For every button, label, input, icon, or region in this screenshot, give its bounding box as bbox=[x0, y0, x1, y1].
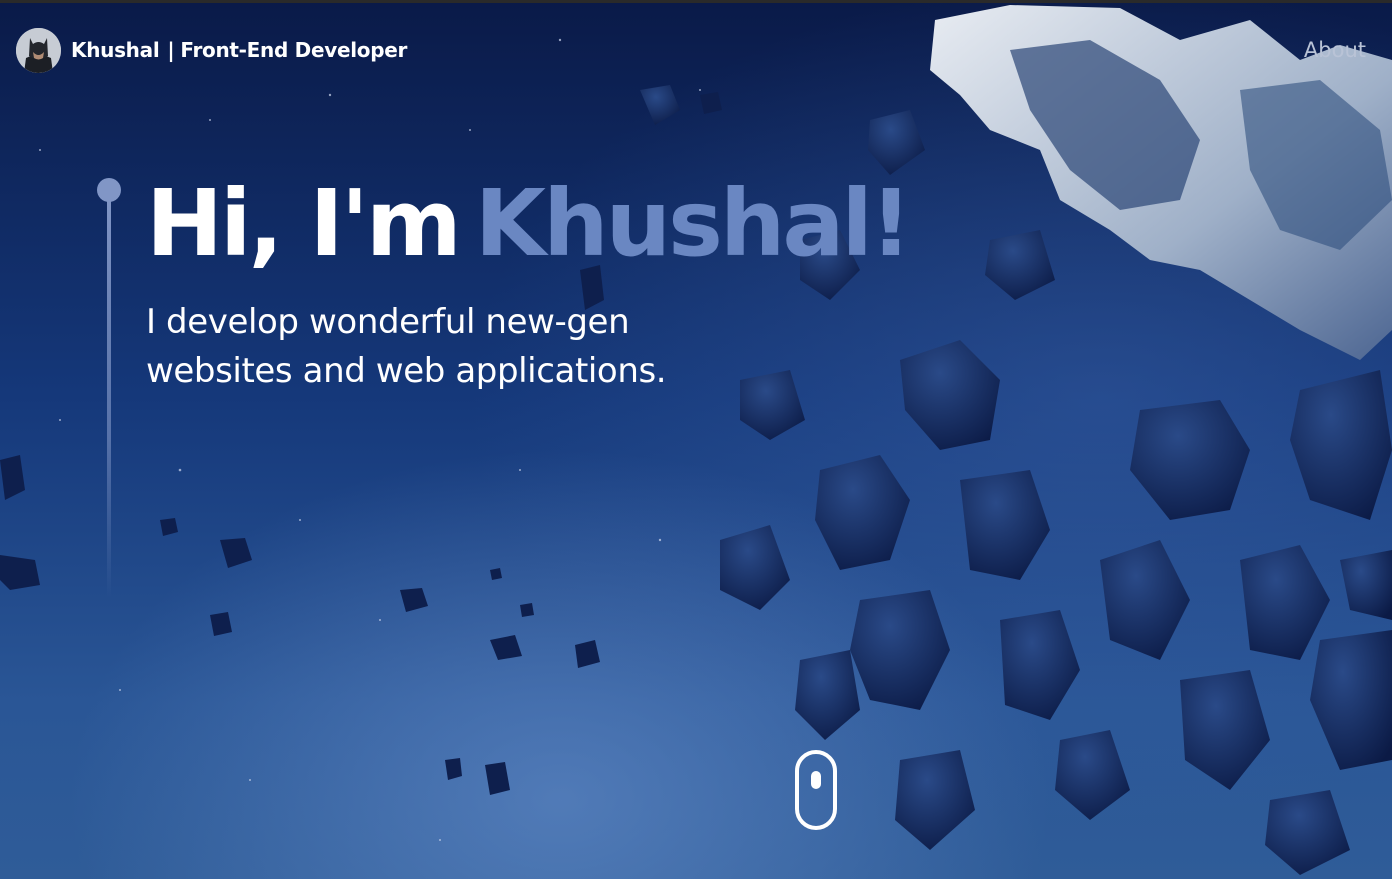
batman-avatar-icon bbox=[16, 27, 61, 73]
brand[interactable]: Khushal | Front-End Developer bbox=[16, 27, 407, 73]
mouse-scroll-icon[interactable] bbox=[795, 750, 837, 830]
mouse-wheel-icon bbox=[811, 771, 821, 789]
brand-separator: | bbox=[167, 38, 175, 62]
timeline-line bbox=[107, 198, 111, 598]
hero-subtitle: I develop wonderful new-gen websites and… bbox=[146, 298, 786, 396]
hero-headline: Hi, I'm Khushal! bbox=[146, 168, 912, 280]
brand-name: Khushal bbox=[71, 38, 160, 62]
hero-name: Khushal! bbox=[474, 170, 912, 277]
hero-greeting: Hi, I'm bbox=[146, 170, 462, 277]
hero-subtitle-line-1: I develop wonderful new-gen bbox=[146, 302, 630, 342]
nav-link-about[interactable]: About bbox=[1304, 38, 1366, 62]
hero-subtitle-line-2: websites and web applications. bbox=[146, 351, 667, 391]
hero-timeline-decoration bbox=[97, 178, 121, 598]
brand-role: Front-End Developer bbox=[180, 38, 408, 62]
browser-top-edge bbox=[0, 0, 1392, 3]
main-nav: About bbox=[1304, 38, 1366, 62]
site-header: Khushal | Front-End Developer About bbox=[16, 27, 1366, 73]
brand-title: Khushal | Front-End Developer bbox=[71, 38, 407, 62]
asteroid-field-background bbox=[0, 5, 1392, 875]
